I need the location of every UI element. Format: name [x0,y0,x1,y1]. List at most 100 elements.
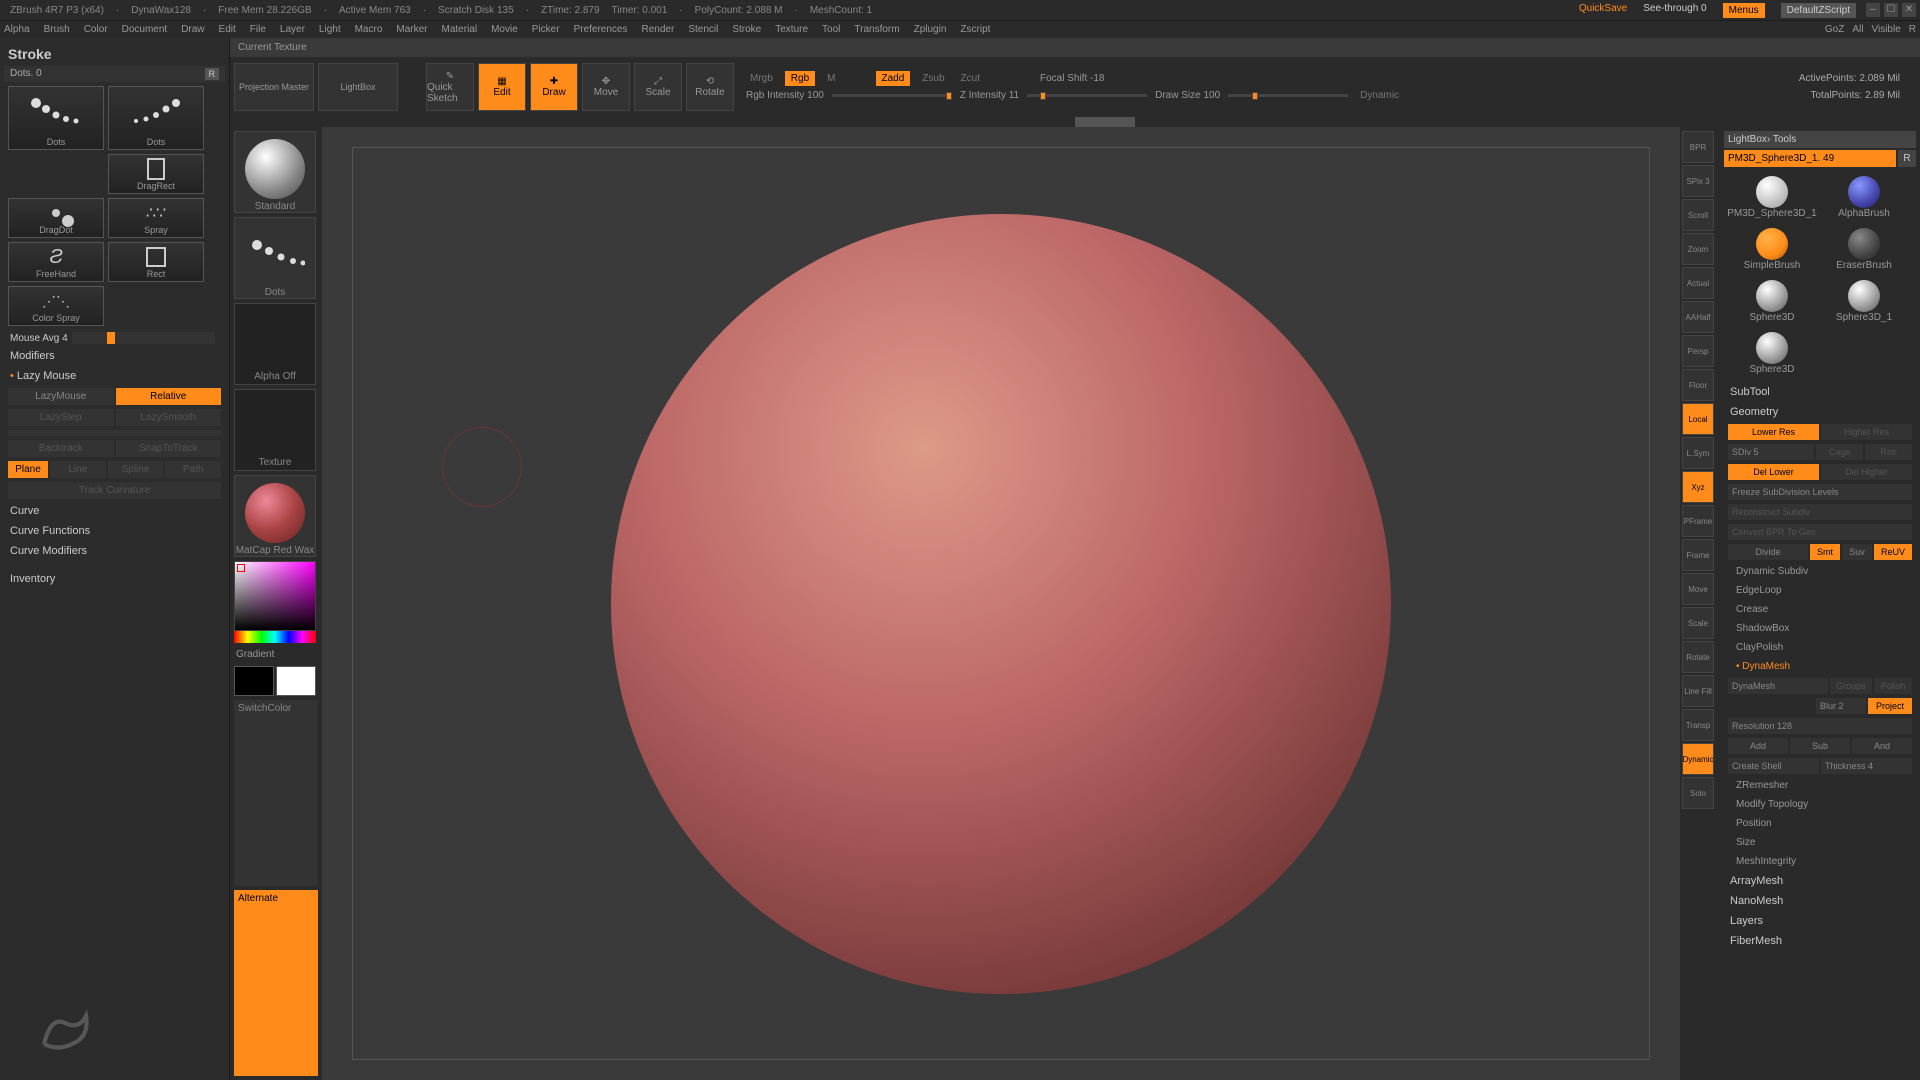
tool-pm3d[interactable]: PM3D_Sphere3D_1 [1728,173,1816,221]
lower-res-button[interactable]: Lower Res [1728,424,1819,440]
m-button[interactable]: M [823,71,839,86]
maximize-icon[interactable]: ☐ [1884,3,1898,17]
menu-macro[interactable]: Macro [355,24,383,35]
curve-modifiers-header[interactable]: Curve Modifiers [4,541,225,561]
scale-nav-button[interactable]: Scale [1682,607,1714,639]
smt-button[interactable]: Smt [1810,544,1840,560]
gradient-label[interactable]: Gradient [234,647,318,662]
relative-button[interactable]: Relative [116,388,222,405]
stroke-dots-large[interactable]: Dots [8,86,104,150]
menu-layer[interactable]: Layer [280,24,305,35]
lazymouse-button[interactable]: LazyMouse [8,388,114,405]
color-picker[interactable] [234,561,318,643]
curve-header[interactable]: Curve [4,501,225,521]
stroke-spray[interactable]: ∴∵ Spray [108,198,204,238]
plane-button[interactable]: Plane [8,461,48,478]
stroke-dragrect[interactable]: DragRect [108,154,204,194]
local-button[interactable]: Local [1682,403,1714,435]
rotate-button[interactable]: ⟲Rotate [686,63,734,111]
tool-eraserbrush[interactable]: EraserBrush [1820,225,1908,273]
pframe-button[interactable]: PFrame [1682,505,1714,537]
fibermesh-header[interactable]: FiberMesh [1724,932,1916,950]
frame-button[interactable]: Frame [1682,539,1714,571]
tool-sphere3d[interactable]: Sphere3D [1728,277,1816,325]
lazystep-slider[interactable]: LazyStep [8,409,114,426]
crease-header[interactable]: Crease [1724,601,1916,618]
hue-strip[interactable] [234,631,316,643]
size-header[interactable]: Size [1724,834,1916,851]
blur-slider[interactable]: Blur 2 [1816,698,1866,714]
goz-button[interactable]: GoZ [1825,24,1844,35]
z-intensity-slider[interactable]: Z Intensity 11 [960,90,1019,101]
minimize-icon[interactable]: – [1866,3,1880,17]
menus-button[interactable]: Menus [1723,3,1765,18]
divide-button[interactable]: Divide [1728,544,1808,560]
menu-stencil[interactable]: Stencil [688,24,718,35]
sdiv-slider[interactable]: SDiv 5 [1728,444,1814,460]
inventory-header[interactable]: Inventory [4,569,225,589]
menu-render[interactable]: Render [642,24,675,35]
track-curvature[interactable]: Track Curvature [8,482,221,499]
freeze-subdiv-button[interactable]: Freeze SubDivision Levels [1728,484,1912,500]
lazymouse-header[interactable]: Lazy Mouse [4,366,225,386]
menu-picker[interactable]: Picker [532,24,560,35]
menu-edit[interactable]: Edit [219,24,236,35]
thickness-slider[interactable]: Thickness 4 [1821,758,1912,774]
stroke-freehand[interactable]: Ƨ FreeHand [8,242,104,282]
menu-tool[interactable]: Tool [822,24,840,35]
line-button[interactable]: Line [50,461,106,478]
zadd-button[interactable]: Zadd [876,71,911,86]
lazyradius-slider[interactable] [8,430,221,436]
suv-button[interactable]: Suv [1842,544,1872,560]
spix-button[interactable]: SPix 3 [1682,165,1714,197]
menu-document[interactable]: Document [122,24,168,35]
sub-button[interactable]: Sub [1790,738,1850,754]
menu-transform[interactable]: Transform [854,24,899,35]
linefill-button[interactable]: Line Fill [1682,675,1714,707]
zoom-button[interactable]: Zoom [1682,233,1714,265]
menu-draw[interactable]: Draw [181,24,204,35]
edgeloop-header[interactable]: EdgeLoop [1724,582,1916,599]
tool-sphere3d-1[interactable]: Sphere3D_1 [1820,277,1908,325]
stroke-rect[interactable]: Rect [108,242,204,282]
menu-texture[interactable]: Texture [775,24,808,35]
r-button[interactable]: R [1909,24,1916,35]
del-higher-button[interactable]: Del Higher [1821,464,1912,480]
snaptotrack-button[interactable]: SnapToTrack [116,440,222,457]
lightbox-button[interactable]: LightBox [318,63,398,111]
r-toggle[interactable]: R [1898,150,1916,167]
rotate-nav-button[interactable]: Rotate [1682,641,1714,673]
defaultzscript-button[interactable]: DefaultZScript [1781,3,1856,18]
geometry-header[interactable]: Geometry [1724,403,1916,421]
reconstruct-button[interactable]: Reconstruct Subdiv [1728,504,1912,520]
menu-color[interactable]: Color [84,24,108,35]
shadowbox-header[interactable]: ShadowBox [1724,620,1916,637]
spline-button[interactable]: Spline [108,461,164,478]
draw-size-slider[interactable]: Draw Size 100 [1155,90,1220,101]
primary-color-swatch[interactable] [276,666,316,696]
quicksave-button[interactable]: QuickSave [1579,3,1627,18]
close-icon[interactable]: ✕ [1902,3,1916,17]
polish-button[interactable]: Polish [1874,678,1912,694]
seethrough-slider[interactable]: See-through 0 [1643,3,1706,18]
add-button[interactable]: Add [1728,738,1788,754]
solo-button[interactable]: Solo [1682,777,1714,809]
lsym-button[interactable]: L.Sym [1682,437,1714,469]
move-button[interactable]: ✥Move [582,63,630,111]
floor-button[interactable]: Floor [1682,369,1714,401]
and-button[interactable]: And [1852,738,1912,754]
zsub-button[interactable]: Zsub [918,71,948,86]
all-button[interactable]: All [1852,24,1863,35]
meshintegrity-header[interactable]: MeshIntegrity [1724,853,1916,870]
mrgb-button[interactable]: Mrgb [746,71,777,86]
draw-button[interactable]: ✚Draw [530,63,578,111]
curve-functions-header[interactable]: Curve Functions [4,521,225,541]
menu-material[interactable]: Material [442,24,478,35]
alternate-button[interactable]: Alternate [234,890,318,1076]
reuv-button[interactable]: ReUV [1874,544,1912,560]
del-lower-button[interactable]: Del Lower [1728,464,1819,480]
convert-bpr-button[interactable]: Convert BPR To Geo [1728,524,1912,540]
horizontal-scrollbar[interactable] [230,117,1920,127]
bpr-button[interactable]: BPR [1682,131,1714,163]
menu-light[interactable]: Light [319,24,341,35]
